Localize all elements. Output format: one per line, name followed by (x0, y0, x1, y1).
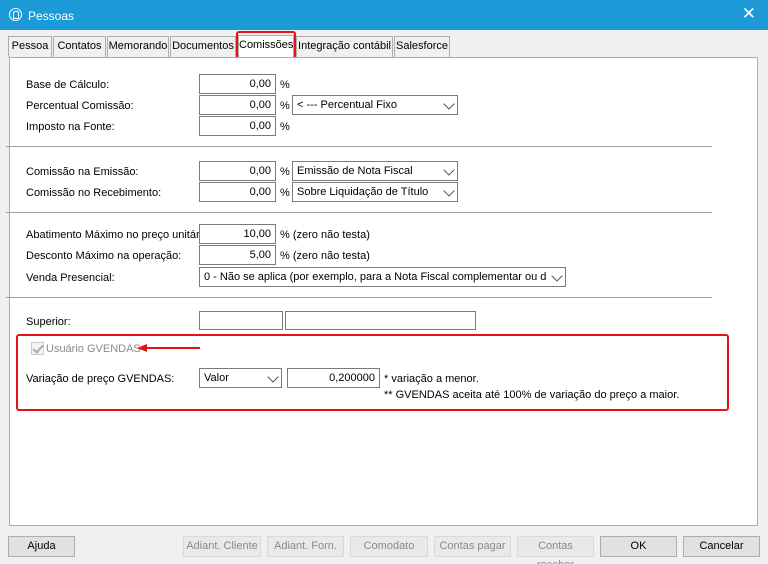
comissao-emissao-select-value: Emissão de Nota Fiscal (297, 165, 413, 177)
imposto-fonte-label: Imposto na Fonte: (26, 121, 115, 133)
venda-presencial-select[interactable]: 0 - Não se aplica (por exemplo, para a N… (199, 267, 566, 287)
contas-receber-button[interactable]: Contas receber (517, 536, 594, 564)
percentual-comissao-select-value: < --- Percentual Fixo (297, 99, 397, 111)
percentual-comissao-unit: % (280, 100, 290, 112)
comissao-recebimento-unit: % (280, 187, 290, 199)
adiant-cliente-button[interactable]: Adiant. Cliente (183, 536, 261, 557)
chevron-down-icon (547, 268, 565, 286)
help-button[interactable]: Ajuda (8, 536, 75, 557)
tab-integracao-contabil[interactable]: Integração contábil (296, 36, 393, 57)
window-title: Pessoas (28, 9, 75, 23)
comissao-recebimento-field[interactable]: 0,00 (199, 182, 276, 202)
tab-memorando[interactable]: Memorando (107, 36, 169, 57)
superior-label: Superior: (26, 316, 71, 328)
tab-documentos[interactable]: Documentos (170, 36, 236, 57)
imposto-fonte-unit: % (280, 121, 290, 133)
tab-contatos[interactable]: Contatos (53, 36, 106, 57)
variacao-note-2: ** GVENDAS aceita até 100% de variação d… (384, 389, 680, 401)
percentual-comissao-field[interactable]: 0,00 (199, 95, 276, 115)
comissao-recebimento-select-value: Sobre Liquidação de Título (297, 186, 429, 198)
variacao-type-value: Valor (204, 372, 229, 384)
abatimento-unit: % (zero não testa) (280, 229, 370, 241)
close-button[interactable]: ✕ (742, 5, 756, 23)
adiant-forn-button[interactable]: Adiant. Forn. (267, 536, 344, 557)
superior-name-field[interactable] (285, 311, 476, 330)
venda-presencial-select-value: 0 - Não se aplica (por exemplo, para a N… (204, 271, 566, 283)
variacao-value-field[interactable]: 0,200000 (287, 368, 380, 388)
chevron-down-icon (263, 369, 281, 387)
base-calculo-field[interactable]: 0,00 (199, 74, 276, 94)
base-calculo-label: Base de Cálculo: (26, 79, 110, 91)
imposto-fonte-field[interactable]: 0,00 (199, 116, 276, 136)
comissao-emissao-select[interactable]: Emissão de Nota Fiscal (292, 161, 458, 181)
tab-salesforce[interactable]: Salesforce (394, 36, 450, 57)
variacao-label: Variação de preço GVENDAS: (26, 373, 175, 385)
comodato-button[interactable]: Comodato (350, 536, 428, 557)
chevron-down-icon (439, 96, 457, 114)
title-bar: Pessoas ✕ (0, 0, 768, 30)
cancel-button[interactable]: Cancelar (683, 536, 760, 557)
divider (6, 212, 712, 213)
comissao-emissao-unit: % (280, 166, 290, 178)
annotation-arrow (146, 347, 200, 349)
variacao-note-1: * variação a menor. (384, 373, 479, 385)
usuario-gvendas-label: Usuário GVENDAS (46, 343, 141, 355)
contas-pagar-button[interactable]: Contas pagar (434, 536, 511, 557)
usuario-gvendas-checkbox[interactable] (31, 342, 44, 355)
variacao-type-select[interactable]: Valor (199, 368, 282, 388)
desconto-unit: % (zero não testa) (280, 250, 370, 262)
comissao-emissao-field[interactable]: 0,00 (199, 161, 276, 181)
tab-pessoa[interactable]: Pessoa (8, 36, 52, 57)
desconto-field[interactable]: 5,00 (199, 245, 276, 265)
comissao-recebimento-select[interactable]: Sobre Liquidação de Título (292, 182, 458, 202)
percentual-comissao-select[interactable]: < --- Percentual Fixo (292, 95, 458, 115)
divider (6, 146, 712, 147)
chevron-down-icon (439, 183, 457, 201)
superior-code-field[interactable] (199, 311, 283, 330)
commissions-panel (9, 57, 758, 526)
comissao-emissao-label: Comissão na Emissão: (26, 166, 139, 178)
abatimento-label: Abatimento Máximo no preço unitário: (26, 229, 212, 241)
chat-bubble-icon (9, 8, 22, 21)
comissao-recebimento-label: Comissão no Recebimento: (26, 187, 162, 199)
arrow-left-icon (137, 344, 147, 352)
divider (6, 297, 712, 298)
active-tab-highlight (236, 31, 296, 59)
desconto-label: Desconto Máximo na operação: (26, 250, 182, 262)
abatimento-field[interactable]: 10,00 (199, 224, 276, 244)
base-calculo-unit: % (280, 79, 290, 91)
percentual-comissao-label: Percentual Comissão: (26, 100, 134, 112)
ok-button[interactable]: OK (600, 536, 677, 557)
venda-presencial-label: Venda Presencial: (26, 272, 115, 284)
chevron-down-icon (439, 162, 457, 180)
